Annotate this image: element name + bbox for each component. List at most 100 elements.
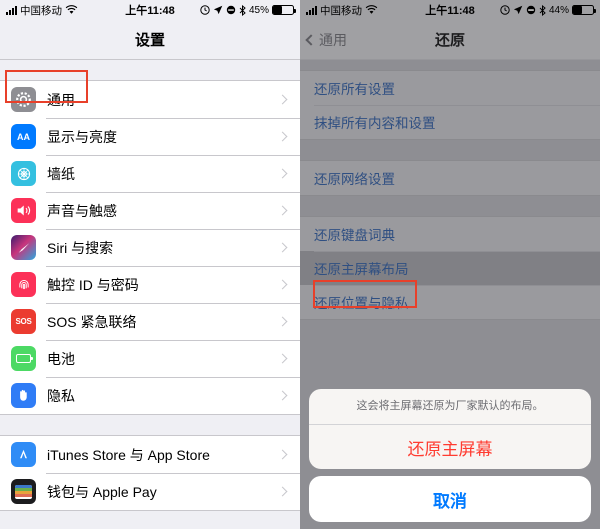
list-item-erase-all-content[interactable]: 抹掉所有内容和设置 (300, 105, 600, 139)
sidebar-item-label: 通用 (47, 91, 75, 108)
chevron-right-icon (277, 353, 288, 364)
chevron-right-icon (277, 390, 288, 401)
left-nav-bar: 设置 (0, 20, 300, 60)
dual-screenshot-container: 中国移动 上午11:48 45% 设置 通用 AA 显示与亮度 墙纸 声音与触感… (0, 0, 600, 529)
cancel-button[interactable]: 取消 (309, 476, 591, 522)
left-status-bar: 中国移动 上午11:48 45% (0, 0, 300, 20)
list-section-gap (300, 140, 600, 160)
list-item-reset-all-settings[interactable]: 还原所有设置 (300, 71, 600, 105)
chevron-right-icon (277, 279, 288, 290)
sidebar-item-wallet-applepay[interactable]: 钱包与 Apple Pay (0, 473, 300, 510)
sidebar-item-label: SOS 紧急联络 (47, 313, 137, 330)
status-left-group: 中国移动 (6, 3, 78, 18)
list-item-reset-keyboard-dictionary[interactable]: 还原键盘词典 (300, 217, 600, 251)
sidebar-item-label: Siri 与搜索 (47, 239, 114, 256)
right-status-bar: 中国移动 上午11:48 44% (300, 0, 600, 20)
list-section-gap (0, 511, 300, 529)
left-settings-list[interactable]: 通用 AA 显示与亮度 墙纸 声音与触感 Siri 与搜索 触控 ID 与密码 … (0, 60, 300, 529)
chevron-right-icon (277, 94, 288, 105)
chevron-right-icon (277, 316, 288, 327)
alarm-icon (500, 5, 510, 15)
list-item-reset-home-screen-layout[interactable]: 还原主屏幕布局 (300, 251, 600, 285)
reset-section-2: 还原网络设置 (300, 160, 600, 196)
display-brightness-icon: AA (11, 124, 36, 149)
touch-id-icon (11, 272, 36, 297)
list-section-gap (300, 196, 600, 216)
list-item-label: 还原网络设置 (314, 172, 395, 187)
sidebar-item-label: 钱包与 Apple Pay (47, 483, 157, 500)
battery-icon (272, 5, 296, 15)
page-title: 设置 (134, 32, 165, 49)
bluetooth-icon (539, 4, 546, 16)
action-sheet-message: 这会将主屏幕还原为厂家默认的布局。 (309, 389, 591, 425)
sidebar-item-label: 隐私 (47, 387, 75, 404)
back-button[interactable]: 通用 (305, 20, 347, 59)
battery-percent-label: 44% (548, 4, 569, 16)
chevron-right-icon (277, 131, 288, 142)
sidebar-item-wallpaper[interactable]: 墙纸 (0, 155, 300, 192)
sidebar-item-touch-id-passcode[interactable]: 触控 ID 与密码 (0, 266, 300, 303)
location-arrow-icon (213, 5, 223, 15)
sidebar-item-battery[interactable]: 电池 (0, 340, 300, 377)
app-store-icon (11, 442, 36, 467)
action-sheet-group: 这会将主屏幕还原为厂家默认的布局。 还原主屏幕 (309, 388, 591, 469)
list-item-label: 抹掉所有内容和设置 (314, 116, 436, 131)
sidebar-item-label: 显示与亮度 (47, 128, 117, 145)
status-right-group: 45% (200, 4, 296, 16)
sidebar-item-sos[interactable]: SOS SOS 紧急联络 (0, 303, 300, 340)
chevron-left-icon (305, 33, 317, 46)
list-item-label: 还原键盘词典 (314, 228, 395, 243)
chevron-right-icon (277, 205, 288, 216)
sidebar-item-display-brightness[interactable]: AA 显示与亮度 (0, 118, 300, 155)
battery-settings-icon (11, 346, 36, 371)
wifi-icon (65, 5, 78, 14)
sidebar-item-itunes-appstore[interactable]: iTunes Store 与 App Store (0, 436, 300, 473)
list-item-reset-location-privacy[interactable]: 还原位置与隐私 (300, 285, 600, 319)
do-not-disturb-icon (526, 5, 536, 15)
status-left-group: 中国移动 (306, 3, 378, 18)
sidebar-item-label: 墙纸 (47, 165, 75, 182)
list-section-gap (0, 60, 300, 80)
alarm-icon (200, 5, 210, 15)
reset-section-3: 还原键盘词典 还原主屏幕布局 还原位置与隐私 (300, 216, 600, 320)
location-arrow-icon (513, 5, 523, 15)
status-right-group: 44% (500, 4, 596, 16)
sidebar-item-general[interactable]: 通用 (0, 81, 300, 118)
list-item-label: 还原位置与隐私 (314, 296, 409, 311)
list-item-reset-network-settings[interactable]: 还原网络设置 (300, 161, 600, 195)
sidebar-item-label: iTunes Store 与 App Store (47, 446, 210, 463)
cellular-signal-icon (6, 5, 17, 15)
list-section-gap (0, 415, 300, 435)
battery-icon (572, 5, 596, 15)
privacy-hand-icon (11, 383, 36, 408)
sound-haptics-icon (11, 198, 36, 223)
sidebar-item-siri-search[interactable]: Siri 与搜索 (0, 229, 300, 266)
carrier-label: 中国移动 (20, 4, 62, 17)
siri-icon (11, 235, 36, 260)
wifi-icon (365, 5, 378, 14)
reset-section-1: 还原所有设置 抹掉所有内容和设置 (300, 70, 600, 140)
battery-percent-label: 45% (248, 4, 269, 16)
chevron-right-icon (277, 242, 288, 253)
right-nav-bar: 通用 还原 (300, 20, 600, 60)
sidebar-item-label: 触控 ID 与密码 (47, 276, 139, 293)
gear-icon (11, 87, 36, 112)
right-phone-screen: 中国移动 上午11:48 44% 通用 还原 还原所有设置 抹掉所有内容和设置 … (300, 0, 600, 529)
list-item-label: 还原主屏幕布局 (314, 262, 409, 277)
settings-section-stores: iTunes Store 与 App Store 钱包与 Apple Pay (0, 435, 300, 511)
back-button-label: 通用 (319, 31, 347, 48)
wallet-icon (11, 479, 36, 504)
sidebar-item-privacy[interactable]: 隐私 (0, 377, 300, 414)
chevron-right-icon (277, 449, 288, 460)
do-not-disturb-icon (226, 5, 236, 15)
chevron-right-icon (277, 486, 288, 497)
action-sheet: 这会将主屏幕还原为厂家默认的布局。 还原主屏幕 取消 (309, 388, 591, 522)
list-section-gap (300, 60, 600, 70)
settings-section-main: 通用 AA 显示与亮度 墙纸 声音与触感 Siri 与搜索 触控 ID 与密码 … (0, 80, 300, 415)
list-item-label: 还原所有设置 (314, 82, 395, 97)
left-phone-screen: 中国移动 上午11:48 45% 设置 通用 AA 显示与亮度 墙纸 声音与触感… (0, 0, 300, 529)
sos-icon: SOS (11, 309, 36, 334)
page-title: 还原 (434, 32, 465, 49)
reset-home-screen-button[interactable]: 还原主屏幕 (309, 425, 591, 469)
sidebar-item-sounds-haptics[interactable]: 声音与触感 (0, 192, 300, 229)
